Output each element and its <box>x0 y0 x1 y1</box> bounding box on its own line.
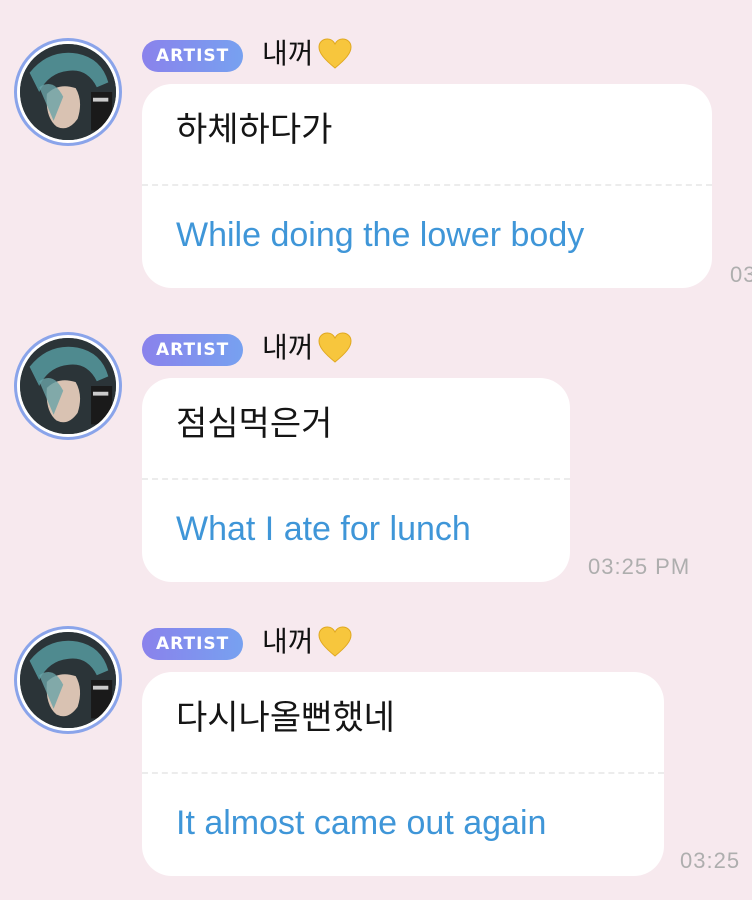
sender-name-text: 내꺼 <box>262 625 314 658</box>
sender-name: 내꺼 <box>262 34 352 74</box>
message-bubble[interactable]: 점심먹은거 What I ate for lunch <box>142 378 570 582</box>
chat-message: ARTIST 내꺼 점심먹은거 What I ate for lunch 03:… <box>0 331 752 592</box>
translated-text: While doing the lower body <box>176 216 585 254</box>
timestamp: 03 <box>730 262 752 287</box>
avatar-photo <box>20 338 116 434</box>
sender-name-text: 내꺼 <box>262 331 314 364</box>
artist-badge: ARTIST <box>142 334 244 366</box>
avatar-image-icon <box>20 44 116 140</box>
avatar-photo <box>20 632 116 728</box>
sender-name-text: 내꺼 <box>262 37 314 70</box>
divider <box>142 184 712 186</box>
original-text: 하체하다가 <box>176 110 333 150</box>
artist-badge: ARTIST <box>142 628 244 660</box>
avatar-photo <box>20 44 116 140</box>
artist-avatar[interactable] <box>14 626 122 734</box>
sender-name: 내꺼 <box>262 328 352 368</box>
avatar-image-icon <box>20 632 116 728</box>
message-bubble[interactable]: 하체하다가 While doing the lower body <box>142 84 712 288</box>
timestamp: 03:25 PM <box>588 554 691 579</box>
divider <box>142 772 664 774</box>
avatar-image-icon <box>20 338 116 434</box>
artist-avatar[interactable] <box>14 332 122 440</box>
chat-message: ARTIST 내꺼 다시나올뻔했네 It almost came out aga… <box>0 625 752 900</box>
translated-text: What I ate for lunch <box>176 510 471 548</box>
yellow-heart-icon <box>318 626 352 658</box>
divider <box>142 478 570 480</box>
artist-badge: ARTIST <box>142 40 244 72</box>
sender-name: 내꺼 <box>262 622 352 662</box>
original-text: 다시나올뻔했네 <box>176 698 395 738</box>
message-bubble[interactable]: 다시나올뻔했네 It almost came out again <box>142 672 664 876</box>
translated-text: It almost came out again <box>176 804 547 842</box>
artist-avatar[interactable] <box>14 38 122 146</box>
chat-message: ARTIST 내꺼 하체하다가 While doing the lower bo… <box>0 37 752 298</box>
timestamp: 03:25 <box>680 848 741 873</box>
yellow-heart-icon <box>318 332 352 364</box>
yellow-heart-icon <box>318 38 352 70</box>
original-text: 점심먹은거 <box>176 404 333 444</box>
